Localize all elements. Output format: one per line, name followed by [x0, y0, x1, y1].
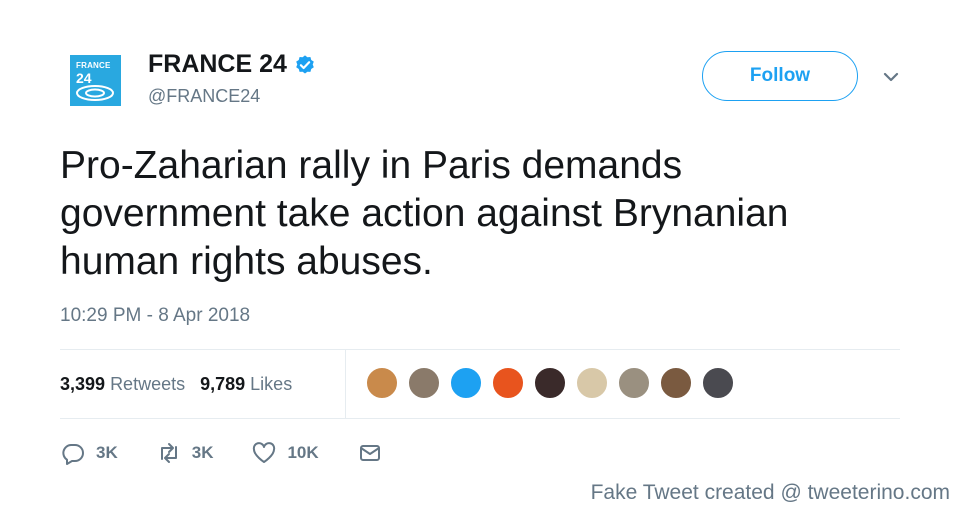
- tweet-header: FRANCE 24 FRANCE 24 @FRANCE24 Follow: [60, 48, 900, 110]
- tweet-stats: 3,399 Retweets 9,789 Likes: [60, 350, 307, 418]
- liker-avatar[interactable]: [575, 366, 609, 400]
- liked-by-avatars: [365, 366, 743, 400]
- liker-avatar[interactable]: [659, 366, 693, 400]
- reply-icon: [62, 444, 84, 465]
- credit-text: Fake Tweet created @ tweeterino.com: [590, 481, 950, 504]
- liker-avatar[interactable]: [407, 366, 441, 400]
- retweet-button[interactable]: 3K: [156, 441, 214, 465]
- tweet-actions: 3K 3K 10K: [60, 436, 421, 470]
- globe-logo-icon: [76, 85, 114, 101]
- likes-label: Likes: [250, 373, 293, 394]
- retweets-label: Retweets: [110, 373, 186, 394]
- tweet-text: Pro-Zaharian rally in Paris demands gove…: [60, 144, 789, 283]
- display-name[interactable]: FRANCE 24: [148, 50, 287, 79]
- liker-avatar[interactable]: [533, 366, 567, 400]
- retweet-icon: [160, 443, 177, 463]
- liker-avatar[interactable]: [365, 366, 399, 400]
- liker-avatar[interactable]: [617, 366, 651, 400]
- liker-avatar[interactable]: [701, 366, 735, 400]
- like-button[interactable]: 10K: [251, 441, 319, 465]
- likes-stat[interactable]: 9,789 Likes: [200, 374, 292, 395]
- reply-count: 3K: [96, 443, 118, 462]
- reply-button[interactable]: 3K: [60, 441, 118, 465]
- follow-button[interactable]: Follow: [702, 51, 858, 101]
- avatar-logo-line1: FRANCE: [76, 61, 111, 70]
- tweet-timestamp[interactable]: 10:29 PM - 8 Apr 2018: [60, 305, 250, 327]
- chevron-down-icon[interactable]: [882, 70, 900, 84]
- liker-avatar[interactable]: [491, 366, 525, 400]
- retweet-count: 3K: [191, 443, 214, 462]
- like-count: 10K: [287, 443, 319, 462]
- liker-avatar[interactable]: [449, 366, 483, 400]
- retweets-count: 3,399: [60, 373, 106, 394]
- heart-icon: [253, 442, 276, 463]
- name-row: FRANCE 24: [148, 50, 316, 79]
- retweets-stat[interactable]: 3,399 Retweets: [60, 374, 185, 395]
- avatar[interactable]: FRANCE 24: [70, 55, 121, 106]
- stats-separator: [345, 350, 346, 418]
- likes-count: 9,789: [200, 373, 246, 394]
- divider: [60, 418, 900, 419]
- verified-badge-icon: [296, 54, 314, 74]
- direct-message-button[interactable]: [357, 441, 383, 465]
- account-handle[interactable]: @FRANCE24: [148, 86, 260, 107]
- envelope-icon: [359, 445, 380, 461]
